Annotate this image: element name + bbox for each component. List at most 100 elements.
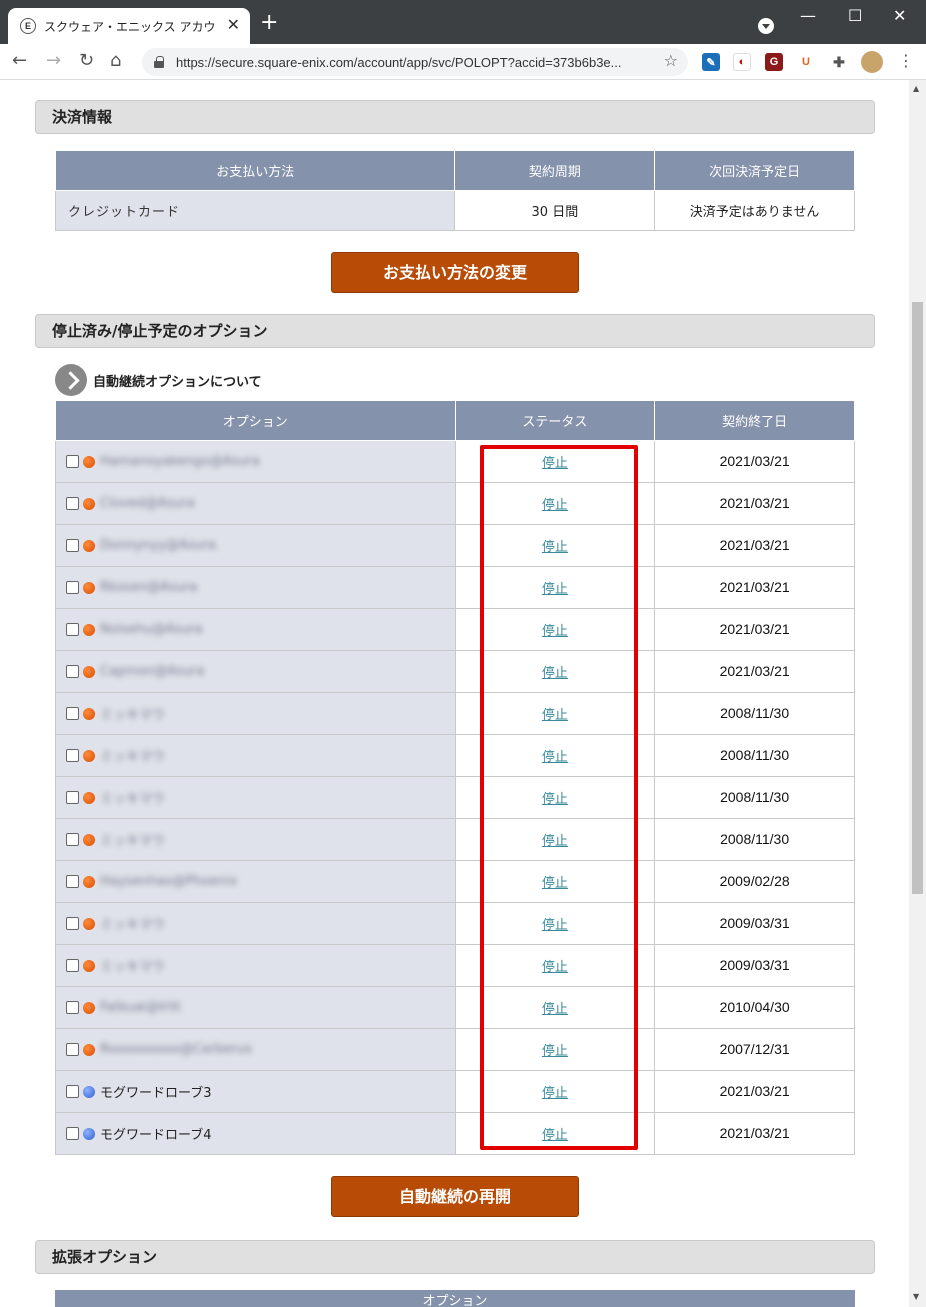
option-checkbox[interactable] [66,749,79,762]
extended-section-title: 拡張オプション [35,1240,875,1274]
payment-method-value: クレジットカード [54,190,456,231]
auto-renew-info-link[interactable]: 自動継続オプションについて [55,364,262,396]
option-status-dot-icon [83,707,95,720]
option-checkbox[interactable] [66,581,79,594]
scroll-up-icon[interactable]: ▲ [913,84,919,93]
option-checkbox[interactable] [66,707,79,720]
status-link[interactable]: 停止 [542,666,568,681]
option-checkbox[interactable] [66,833,79,846]
next-date-value: 決済予定はありません [654,190,855,231]
address-bar[interactable]: https://secure.square-enix.com/account/a… [142,48,688,76]
menu-kebab-icon[interactable]: ⋮ [898,50,914,72]
option-status-dot-icon [83,917,95,930]
page-scrollbar[interactable]: ▲ ▼ [909,80,926,1307]
status-link[interactable]: 停止 [542,1086,568,1101]
option-checkbox[interactable] [66,1043,79,1056]
option-checkbox[interactable] [66,917,79,930]
user-avatar[interactable] [861,51,883,73]
option-checkbox[interactable] [66,665,79,678]
status-link[interactable]: 停止 [542,960,568,975]
tab-close-icon[interactable]: ✕ [227,17,240,33]
table-row: Capmon@Asura 停止 2021/03/21 [55,650,855,693]
status-cell: 停止 [454,692,656,735]
end-date-cell: 2008/11/30 [654,734,855,777]
browser-toolbar: ← → ↻ ⌂ https://secure.square-enix.com/a… [0,44,926,80]
option-checkbox[interactable] [66,959,79,972]
status-cell: 停止 [454,986,656,1029]
status-link[interactable]: 停止 [542,1002,568,1017]
end-date-cell: 2021/03/21 [654,1070,855,1113]
status-link[interactable]: 停止 [542,624,568,639]
status-link[interactable]: 停止 [542,750,568,765]
option-cell: Fatkuai@Irlit [55,986,456,1029]
option-cell: Cloved@Asura [55,482,456,525]
status-link[interactable]: 停止 [542,918,568,933]
status-link[interactable]: 停止 [542,708,568,723]
maximize-icon[interactable]: ☐ [848,6,862,25]
option-checkbox[interactable] [66,455,79,468]
header-next-date: 次回決済予定日 [654,150,855,191]
end-date: 2021/03/21 [719,1125,790,1141]
option-checkbox[interactable] [66,791,79,804]
table-row: Donnynyy@Asura 停止 2021/03/21 [55,524,855,567]
home-icon[interactable]: ⌂ [110,50,121,72]
option-name: ミッキマウ [100,960,166,975]
bookmark-star-icon[interactable]: ☆ [664,51,678,70]
header-payment-method: お支払い方法 [54,150,456,191]
extension-ge-icon[interactable]: G [765,53,783,71]
status-link[interactable]: 停止 [542,498,568,513]
chevron-right-icon [55,364,87,396]
stopped-section-title: 停止済み/停止予定のオプション [35,314,875,348]
status-link[interactable]: 停止 [542,834,568,849]
end-date-cell: 2021/03/21 [654,608,855,651]
option-checkbox[interactable] [66,539,79,552]
forward-arrow-icon[interactable]: → [46,50,61,72]
option-checkbox[interactable] [66,1085,79,1098]
status-cell: 停止 [454,566,656,609]
browser-tab[interactable]: E スクウェア・エニックス アカウント管理シ ✕ [8,8,250,44]
extension-twitter-icon[interactable]: ✎ [702,53,720,71]
minimize-icon[interactable]: — [800,6,816,25]
extended-table-header: オプション [55,1290,855,1307]
window-close-icon[interactable]: ✕ [893,6,906,25]
option-checkbox[interactable] [66,1127,79,1140]
status-cell: 停止 [454,440,656,483]
header-end-date: 契約終了日 [654,400,855,441]
option-status-dot-icon [83,1043,95,1056]
status-link[interactable]: 停止 [542,456,568,471]
status-link[interactable]: 停止 [542,540,568,555]
status-cell: 停止 [454,482,656,525]
end-date: 2021/03/21 [719,453,790,469]
resume-auto-renew-button[interactable]: 自動継続の再開 [331,1176,579,1217]
scroll-down-icon[interactable]: ▼ [913,1292,919,1301]
status-link[interactable]: 停止 [542,1128,568,1143]
end-date: 2021/03/21 [719,537,790,553]
option-name: モグワードローブ3 [100,1086,212,1101]
status-link[interactable]: 停止 [542,1044,568,1059]
profile-menu-icon[interactable] [758,18,774,34]
back-arrow-icon[interactable]: ← [12,50,27,72]
reload-icon[interactable]: ↻ [79,50,94,72]
option-checkbox[interactable] [66,497,79,510]
end-date: 2008/11/30 [720,789,790,805]
option-name: Donnynyy@Asura [100,538,216,553]
status-link[interactable]: 停止 [542,876,568,891]
table-row: モグワードローブ4 停止 2021/03/21 [55,1112,855,1155]
extensions-puzzle-icon[interactable]: ✚ [830,53,848,71]
scroll-thumb[interactable] [912,302,923,894]
status-cell: 停止 [454,944,656,987]
new-tab-icon[interactable]: + [260,12,278,34]
option-name: ミッキマウ [100,750,166,765]
option-name: Cloved@Asura [100,496,195,511]
option-status-dot-icon [83,1001,95,1014]
extension-u-icon[interactable]: U [797,53,815,71]
end-date: 2021/03/21 [719,579,790,595]
option-checkbox[interactable] [66,1001,79,1014]
table-row: Cloved@Asura 停止 2021/03/21 [55,482,855,525]
status-link[interactable]: 停止 [542,582,568,597]
status-link[interactable]: 停止 [542,792,568,807]
option-checkbox[interactable] [66,875,79,888]
extension-compass-icon[interactable]: ◐ [733,53,751,71]
option-checkbox[interactable] [66,623,79,636]
change-payment-button[interactable]: お支払い方法の変更 [331,252,579,293]
